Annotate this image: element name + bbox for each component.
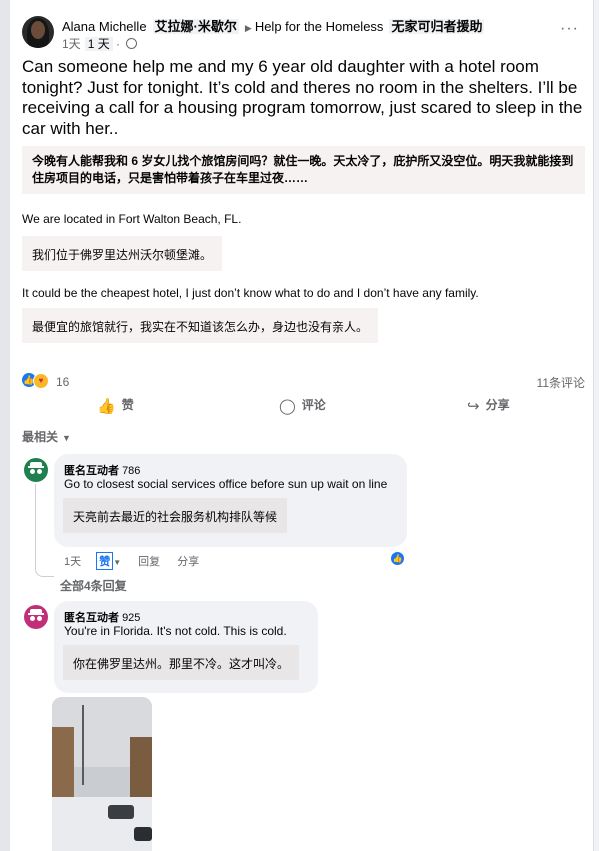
view-all-replies-link[interactable]: 全部4条回复	[60, 577, 127, 594]
post-text-translation-content: 今晚有人能帮我和 6 岁女儿找个旅馆房间吗？就住一晚。天太冷了，庇护所又没空位。…	[32, 154, 574, 185]
comment-sort-dropdown[interactable]: 最相关 ▼	[22, 428, 71, 445]
comment-photo[interactable]	[52, 697, 152, 851]
author-name-translation: 艾拉娜·米歇尔	[152, 19, 239, 34]
comment-author-name: 匿名互动者	[64, 612, 119, 624]
share-arrow-icon: ↪	[467, 398, 480, 415]
comments-count-link[interactable]: 11条评论	[537, 374, 585, 391]
incognito-lens-right	[37, 616, 42, 621]
photo-car	[108, 805, 134, 819]
caret-right-icon: ▶	[244, 23, 252, 33]
commenter-avatar[interactable]	[24, 458, 48, 482]
post-meta: 1天 1 天 ·	[62, 35, 138, 52]
avatar-face	[31, 21, 45, 39]
post-paragraph-location-translation-text: 我们位于佛罗里达州沃尔顿堡滩。	[32, 248, 213, 262]
post-card: Alana Michelle 艾拉娜·米歇尔 ▶ Help for the Homel…	[10, 0, 594, 851]
commenter-avatar[interactable]	[24, 605, 48, 629]
background-page-edge	[0, 0, 10, 851]
comment-author-name: 匿名互动者	[64, 465, 119, 477]
post-time-translation: 1 天	[84, 37, 113, 51]
incognito-lens-right	[37, 469, 42, 474]
incognito-lens-left	[30, 616, 35, 621]
care-reaction-icon: ♥	[33, 373, 49, 389]
speech-bubble-icon: ◯	[279, 398, 296, 415]
post-text: Can someone help me and my 6 year old da…	[22, 57, 583, 138]
comment-sort-label: 最相关	[22, 430, 59, 444]
like-button-label: 赞	[121, 398, 134, 412]
comment-translation: 你在佛罗里达州。那里不冷。这才叫冷。	[63, 645, 300, 680]
post-paragraph-location: We are located in Fort Walton Beach, FL.	[22, 212, 242, 226]
thread-line	[35, 484, 36, 568]
thumbs-up-icon: 👍	[97, 398, 116, 415]
photo-snow-ground	[52, 797, 152, 851]
comment-share-button[interactable]: 分享	[177, 556, 199, 568]
author-name[interactable]: Alana Michelle	[62, 19, 147, 34]
comment-like-reaction-icon: 👍	[391, 552, 404, 565]
comment-text: Go to closest social services office bef…	[64, 477, 388, 491]
comment-button-label: 评论	[301, 398, 326, 412]
incognito-brim	[28, 613, 44, 615]
comment-translation-text: 你在佛罗里达州。那里不冷。这才叫冷。	[73, 657, 290, 671]
comment-reply-button[interactable]: 回复	[138, 556, 160, 568]
comment-time[interactable]: 1天	[64, 556, 81, 568]
comment-author-number: 925	[122, 612, 141, 624]
incognito-lens-left	[30, 469, 35, 474]
comment-bubble: 匿名互动者 786 Go to closest social services …	[54, 454, 407, 547]
photo-tree	[82, 705, 124, 785]
post-text-translation: 今晚有人能帮我和 6 岁女儿找个旅馆房间吗？就住一晚。天太冷了，庇护所又没空位。…	[22, 146, 585, 194]
more-options-button[interactable]: ···	[560, 20, 579, 38]
author-avatar[interactable]	[22, 16, 54, 48]
post-actions-bar: 👍 赞 ◯ 评论 ↪ 分享	[22, 396, 587, 422]
comment-author[interactable]: 匿名互动者 925	[64, 609, 140, 625]
share-button[interactable]: ↪ 分享	[467, 396, 510, 418]
comment-author-number: 786	[122, 465, 141, 477]
photo-car	[134, 827, 152, 841]
comment-bubble: 匿名互动者 925 You're in Florida. It's not co…	[54, 601, 318, 693]
comment-translation-text: 天亮前去最近的社会服务机构排队等候	[73, 510, 278, 524]
thread-curve	[35, 566, 54, 577]
chevron-down-icon: ▼	[62, 433, 71, 443]
reaction-count: 16	[56, 375, 70, 389]
post-time[interactable]: 1天	[62, 37, 81, 51]
post-paragraph-request: It could be the cheapest hotel, I just d…	[22, 286, 479, 300]
like-button[interactable]: 👍 赞	[97, 396, 134, 418]
comment-button[interactable]: ◯ 评论	[279, 396, 326, 418]
header-title-line: Alana Michelle 艾拉娜·米歇尔 ▶ Help for the Homel…	[62, 16, 485, 35]
scrollbar-track[interactable]	[594, 0, 599, 851]
share-button-label: 分享	[485, 398, 510, 412]
comment-like-button[interactable]: 赞	[96, 552, 114, 570]
group-name[interactable]: Help for the Homeless	[255, 19, 384, 34]
globe-icon	[126, 38, 138, 49]
post-paragraph-request-translation-text: 最便宜的旅馆就行，我实在不知道该怎么办，身边也没有亲人。	[32, 320, 369, 334]
comment-translation: 天亮前去最近的社会服务机构排队等候	[63, 498, 288, 533]
incognito-brim	[28, 466, 44, 468]
chevron-down-icon[interactable]: ▼	[113, 558, 121, 567]
group-name-translation: 无家可归者援助	[389, 19, 485, 34]
comment-text: You're in Florida. It's not cold. This i…	[64, 624, 287, 638]
post-header: Alana Michelle 艾拉娜·米歇尔 ▶ Help for the Homel…	[22, 14, 587, 54]
comment-actions: 1天 赞 ▼ 回复 分享	[64, 552, 199, 570]
comment-author[interactable]: 匿名互动者 786	[64, 462, 140, 478]
post-paragraph-location-translation: 我们位于佛罗里达州沃尔顿堡滩。	[22, 236, 223, 271]
post-paragraph-request-translation: 最便宜的旅馆就行，我实在不知道该怎么办，身边也没有亲人。	[22, 308, 379, 343]
